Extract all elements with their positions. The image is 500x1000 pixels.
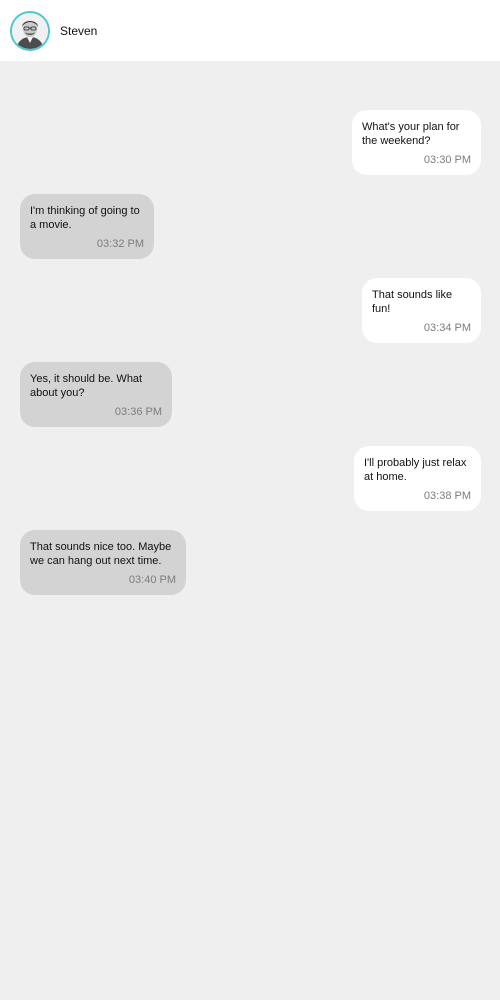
- message-bubble[interactable]: That sounds nice too. Maybe we can hang …: [20, 530, 186, 595]
- message-row-sent: That sounds like fun! 03:34 PM: [20, 278, 481, 343]
- message-timestamp: 03:30 PM: [423, 154, 471, 166]
- message-bubble[interactable]: I'll probably just relax at home. 03:38 …: [354, 446, 481, 511]
- avatar[interactable]: [10, 10, 50, 51]
- message-bubble[interactable]: What's your plan for the weekend? 03:30 …: [352, 110, 481, 175]
- person-avatar-icon: [12, 12, 48, 49]
- message-timestamp: 03:38 PM: [423, 490, 471, 502]
- message-row-received: Yes, it should be. What about you? 03:36…: [20, 362, 481, 427]
- message-text: What's your plan for the weekend?: [362, 121, 460, 147]
- message-timestamp: 03:32 PM: [96, 238, 144, 250]
- message-text: That sounds like fun!: [372, 289, 453, 315]
- chat-screen: Steven What's your plan for the weekend?…: [0, 0, 500, 1000]
- message-text: That sounds nice too. Maybe we can hang …: [30, 541, 172, 567]
- message-row-sent: I'll probably just relax at home. 03:38 …: [20, 446, 481, 511]
- message-row-received: I'm thinking of going to a movie. 03:32 …: [20, 194, 481, 259]
- message-bubble[interactable]: That sounds like fun! 03:34 PM: [362, 278, 481, 343]
- message-text: I'll probably just relax at home.: [364, 457, 467, 483]
- chat-header: Steven: [0, 0, 500, 61]
- message-list[interactable]: What's your plan for the weekend? 03:30 …: [0, 61, 500, 1000]
- message-text: Yes, it should be. What about you?: [30, 373, 143, 399]
- contact-name: Steven: [60, 23, 98, 38]
- message-row-sent: What's your plan for the weekend? 03:30 …: [20, 110, 481, 175]
- message-bubble[interactable]: I'm thinking of going to a movie. 03:32 …: [20, 194, 154, 259]
- message-timestamp: 03:34 PM: [423, 322, 471, 334]
- message-timestamp: 03:40 PM: [128, 574, 176, 586]
- message-text: I'm thinking of going to a movie.: [30, 205, 140, 231]
- message-timestamp: 03:36 PM: [114, 406, 162, 418]
- message-bubble[interactable]: Yes, it should be. What about you? 03:36…: [20, 362, 172, 427]
- message-row-received: That sounds nice too. Maybe we can hang …: [20, 530, 481, 595]
